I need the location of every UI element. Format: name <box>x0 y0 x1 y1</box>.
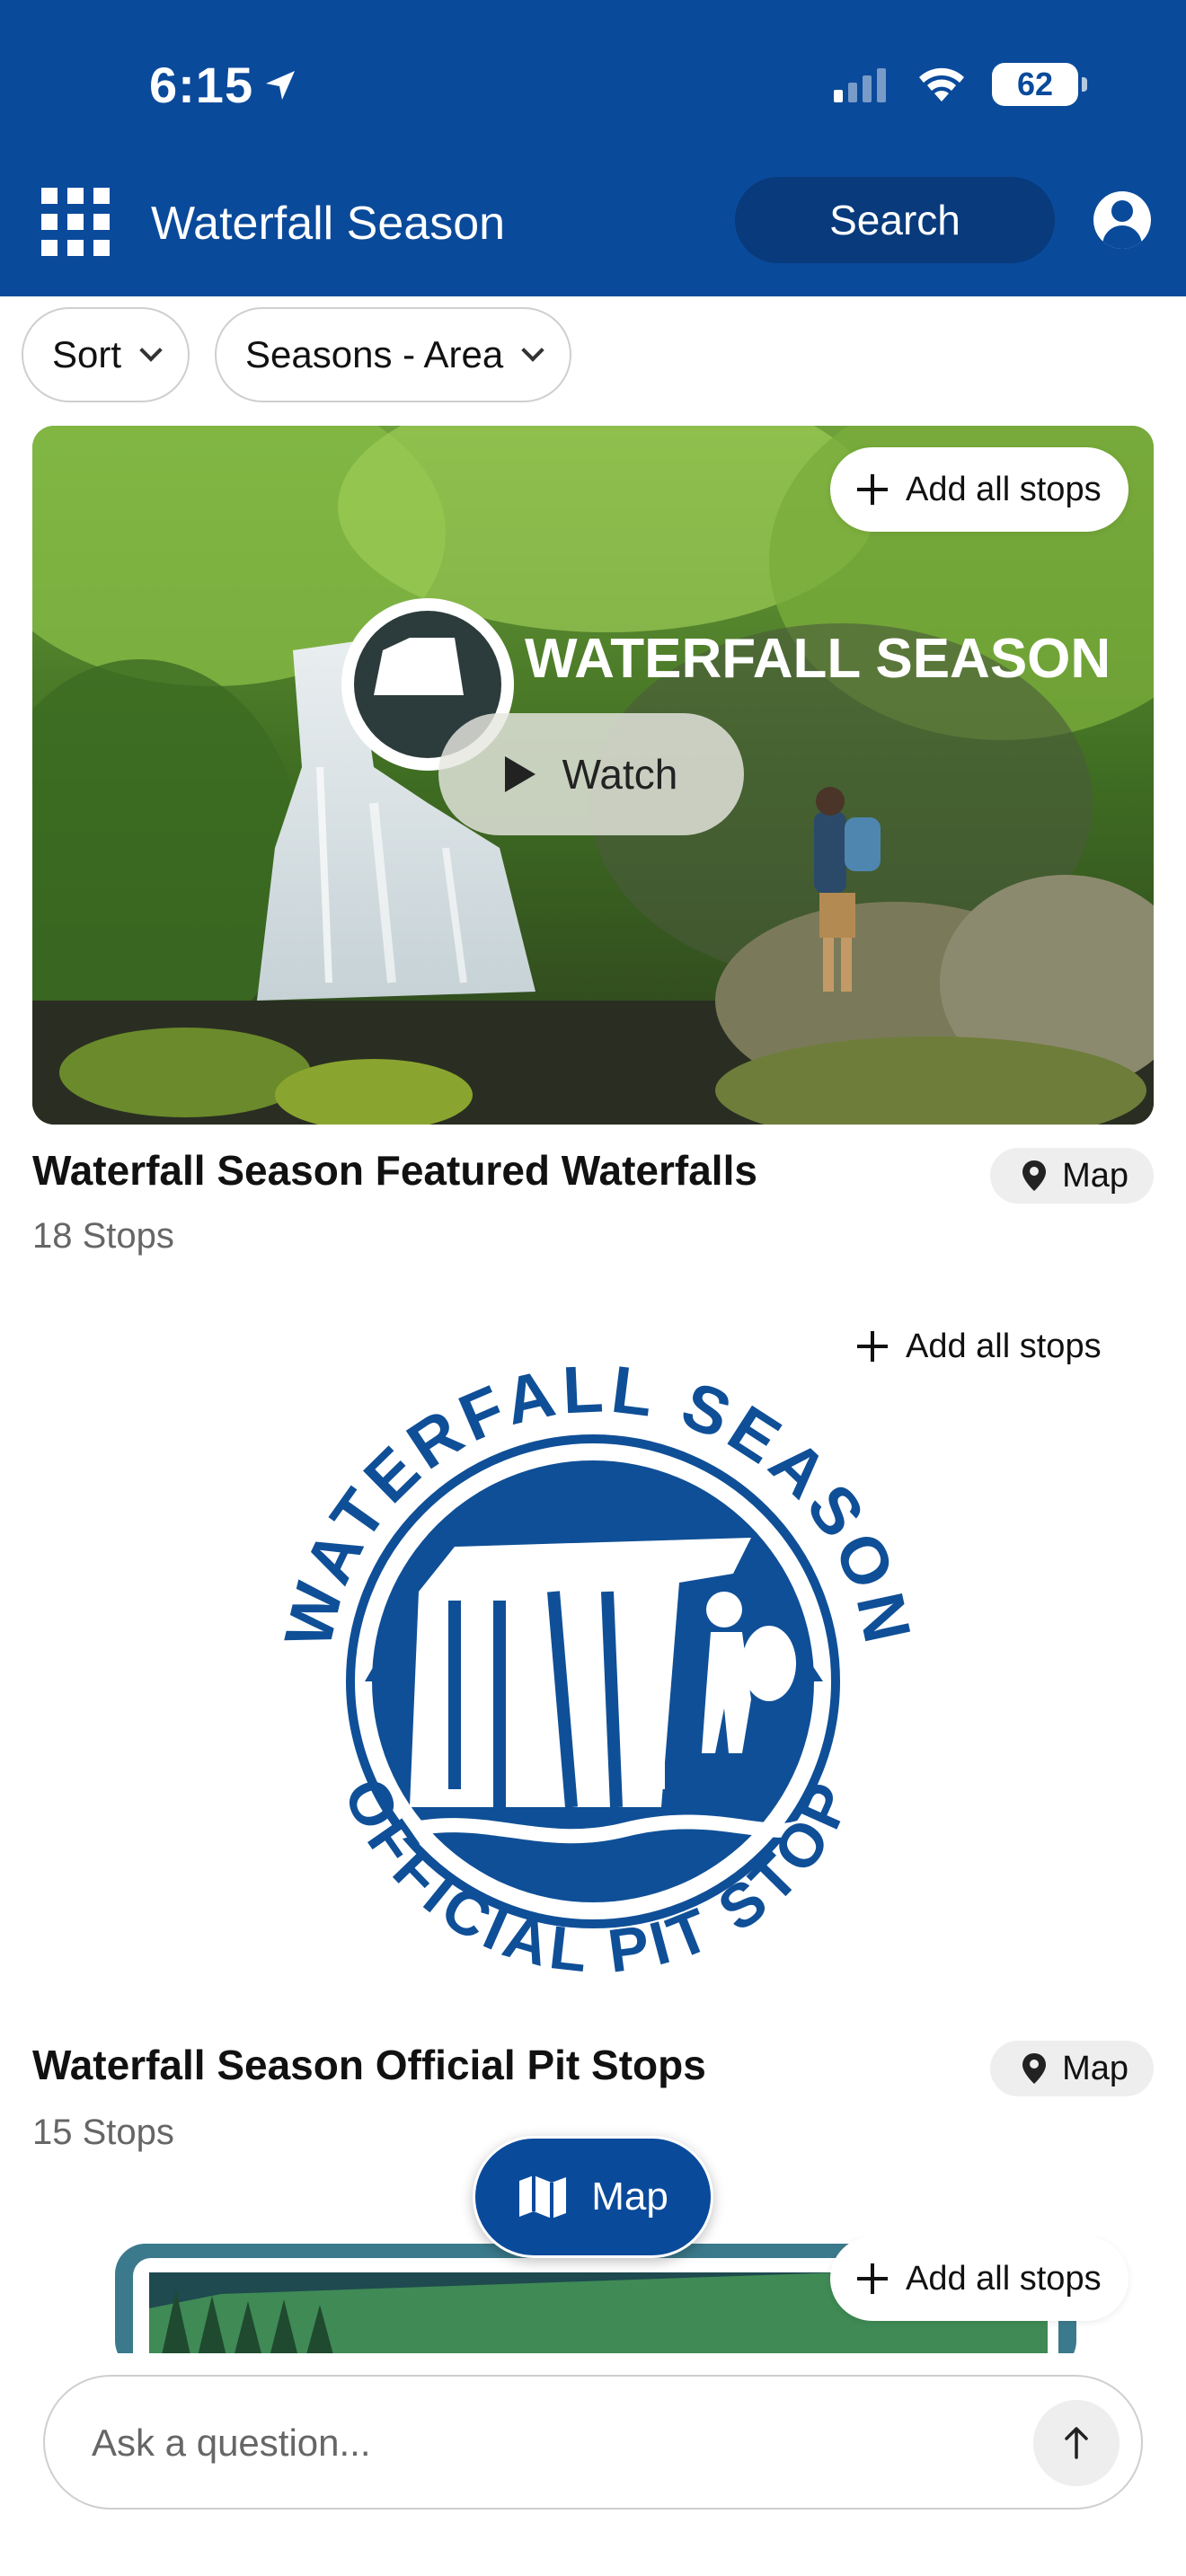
apps-grid-icon[interactable] <box>41 188 110 256</box>
featured-waterfalls-image[interactable]: WATERFALL SEASON Add all stops Watch <box>32 426 1154 1125</box>
status-time: 6:15 <box>149 56 298 114</box>
pit-stops-image[interactable]: WATERFALL SEASON OFFICIAL PIT STOP Add a… <box>32 1304 1154 2005</box>
plus-icon <box>857 474 888 505</box>
add-all-stops-label: Add all stops <box>906 1327 1102 1365</box>
map-label: Map <box>1062 1156 1128 1195</box>
time-text: 6:15 <box>149 57 254 113</box>
app-bar: Waterfall Season Search <box>0 175 1186 274</box>
sort-label: Sort <box>52 333 122 375</box>
wifi-icon <box>919 67 964 101</box>
ask-bar-container: Ask a question... <box>0 2353 1186 2576</box>
folded-map-icon <box>519 2175 567 2219</box>
play-icon <box>504 756 535 792</box>
top-header: 6:15 62 Waterfall Season Search <box>0 0 1186 296</box>
add-all-stops-button[interactable]: Add all stops <box>830 2236 1128 2321</box>
signal-icon <box>834 68 886 102</box>
add-all-stops-label: Add all stops <box>906 470 1102 508</box>
floating-map-label: Map <box>591 2175 668 2219</box>
plus-icon <box>857 2263 888 2294</box>
card-stop-count: 15 Stops <box>32 2113 174 2152</box>
map-button[interactable]: Map <box>990 1148 1154 1204</box>
profile-icon[interactable] <box>1093 191 1151 249</box>
floating-map-button[interactable]: Map <box>473 2136 713 2258</box>
filter-bar: Sort Seasons - Area <box>22 307 572 402</box>
arrow-up-icon <box>1065 2427 1088 2459</box>
ask-question-input[interactable]: Ask a question... <box>43 2375 1143 2510</box>
search-button[interactable]: Search <box>735 177 1055 263</box>
card-title[interactable]: Waterfall Season Official Pit Stops <box>32 2041 706 2089</box>
add-all-stops-label: Add all stops <box>906 2259 1102 2298</box>
ask-placeholder: Ask a question... <box>92 2422 371 2464</box>
pit-stop-logo: WATERFALL SEASON OFFICIAL PIT STOP <box>270 1351 921 1986</box>
watch-label: Watch <box>562 751 678 798</box>
card-stop-count: 18 Stops <box>32 1216 174 1256</box>
status-icons: 62 <box>834 63 1087 106</box>
watch-button[interactable]: Watch <box>438 713 744 835</box>
page-title: Waterfall Season <box>151 198 506 250</box>
send-button[interactable] <box>1033 2400 1120 2486</box>
map-button[interactable]: Map <box>990 2041 1154 2096</box>
chevron-down-icon <box>139 339 163 362</box>
location-arrow-icon <box>266 70 296 100</box>
battery-indicator: 62 <box>992 63 1087 106</box>
photo-logo-text: WATERFALL SEASON <box>525 628 1111 690</box>
add-all-stops-button[interactable]: Add all stops <box>830 447 1128 532</box>
seasons-area-dropdown[interactable]: Seasons - Area <box>215 307 572 402</box>
seasons-area-label: Seasons - Area <box>245 333 504 375</box>
card-title[interactable]: Waterfall Season Featured Waterfalls <box>32 1146 757 1195</box>
plus-icon <box>857 1331 888 1362</box>
chevron-down-icon <box>521 339 544 362</box>
map-pin-icon <box>1022 1160 1047 1191</box>
map-label: Map <box>1062 2049 1128 2087</box>
add-all-stops-button[interactable]: Add all stops <box>830 1304 1128 1389</box>
map-pin-icon <box>1022 2053 1047 2084</box>
sort-dropdown[interactable]: Sort <box>22 307 190 402</box>
